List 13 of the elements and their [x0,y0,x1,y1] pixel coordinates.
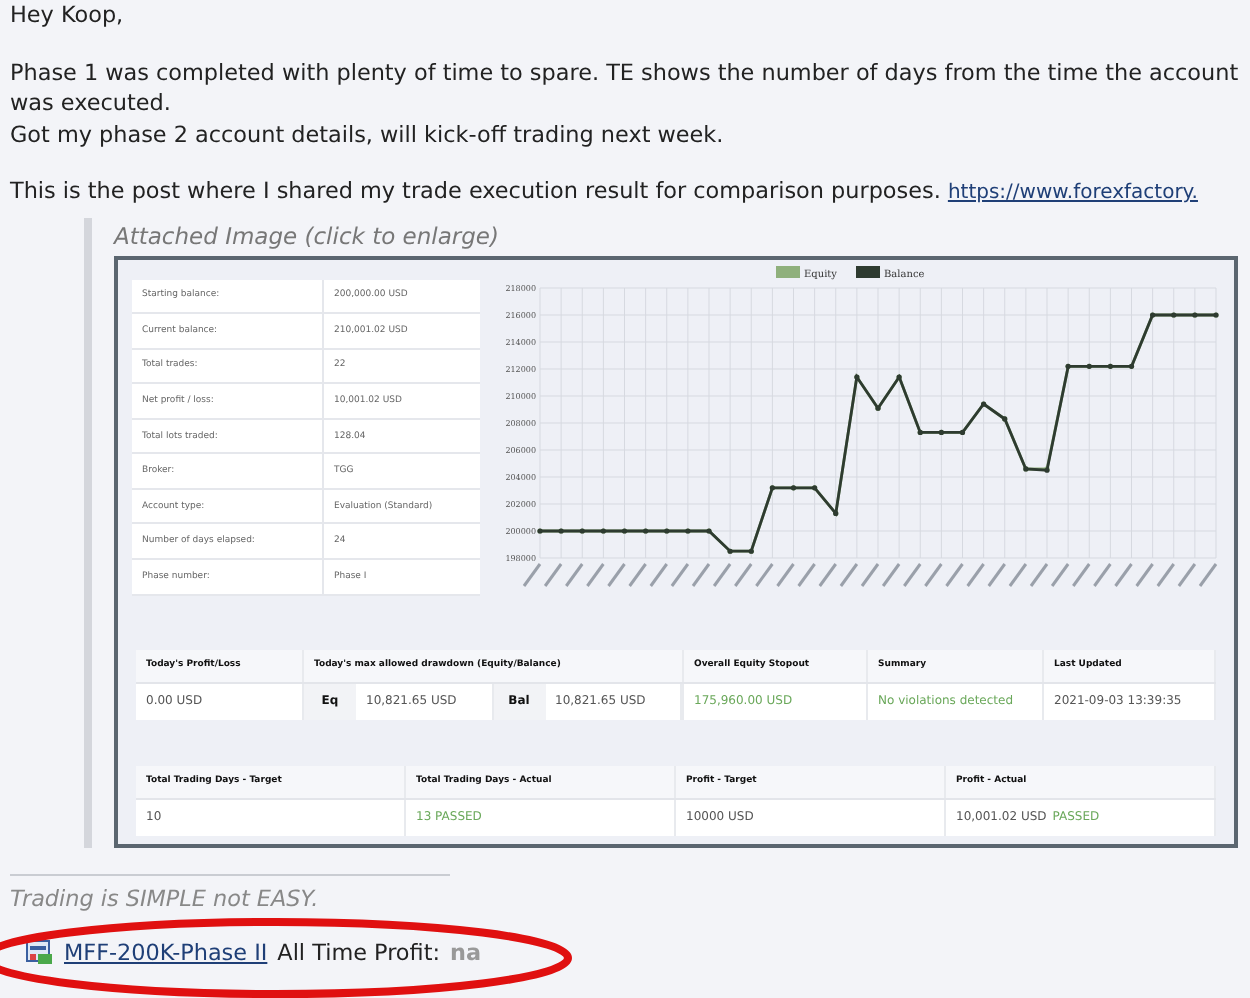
post-text-line: Got my phase 2 account details, will kick-off trading next week. [10,119,726,150]
attachment-caption[interactable]: Attached Image (click to enlarge) [114,217,1250,249]
account-icon [26,939,54,965]
attached-image-panel[interactable] [114,255,1238,847]
profit-value: na [449,939,481,965]
greeting-text: Hey Koop, [10,0,126,31]
profit-label: All Time Profit: [277,939,440,965]
post-text-line: was executed. [10,88,173,119]
signature-text: Trading is SIMPLE not EASY. [10,885,321,911]
post-link[interactable]: https://www.forexfactory. [947,182,1198,204]
post-text: This is the post where I shared my trade execution result for comparison purposes. https://www.forexfactory. [10,176,1200,208]
post-text-line: Phase 1 was completed with plenty of time to spare. TE shows the number of days from the time the account [10,57,1241,88]
account-link[interactable]: MFF-200K-Phase II [64,939,268,965]
